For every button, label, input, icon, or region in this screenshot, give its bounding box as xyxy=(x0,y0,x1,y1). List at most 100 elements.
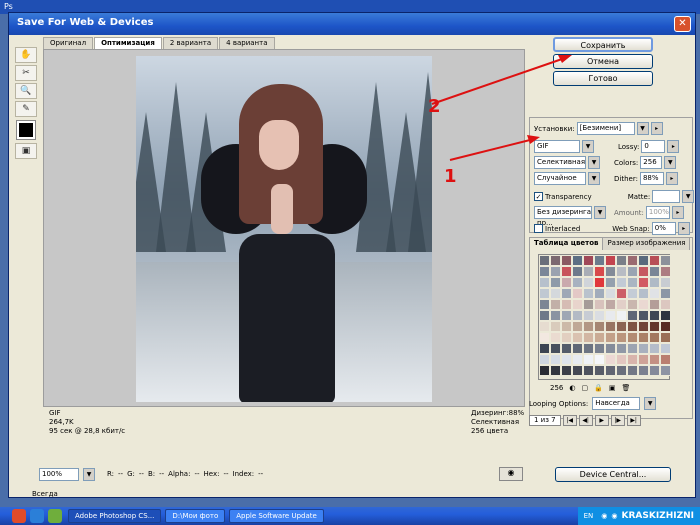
color-swatch[interactable] xyxy=(550,299,561,310)
color-swatch[interactable] xyxy=(627,310,638,321)
desktop-icon[interactable] xyxy=(48,509,62,523)
ie-icon[interactable] xyxy=(30,509,44,523)
color-swatch[interactable] xyxy=(649,255,660,266)
chevron-down-icon[interactable]: ▼ xyxy=(682,190,695,203)
chevron-down-icon[interactable]: ▼ xyxy=(588,172,600,185)
prev-frame-icon[interactable]: ◀| xyxy=(578,415,593,426)
color-swatch[interactable] xyxy=(572,288,583,299)
color-swatch[interactable] xyxy=(583,266,594,277)
color-swatch[interactable] xyxy=(605,277,616,288)
device-central-button[interactable]: Device Central... xyxy=(555,467,671,482)
color-swatch[interactable] xyxy=(616,365,627,376)
color-swatch[interactable] xyxy=(561,321,572,332)
color-swatch[interactable] xyxy=(594,321,605,332)
color-swatch[interactable] xyxy=(583,310,594,321)
color-swatch[interactable] xyxy=(550,332,561,343)
color-swatch[interactable] xyxy=(616,277,627,288)
color-swatch[interactable] xyxy=(649,266,660,277)
color-swatch[interactable] xyxy=(616,332,627,343)
transparency-checkbox[interactable]: ✓ xyxy=(534,192,543,201)
color-swatch[interactable] xyxy=(660,310,671,321)
color-swatch[interactable] xyxy=(572,343,583,354)
color-swatch[interactable] xyxy=(539,343,550,354)
color-swatch[interactable] xyxy=(649,354,660,365)
color-swatch[interactable] xyxy=(539,365,550,376)
color-swatch[interactable] xyxy=(616,299,627,310)
color-swatch[interactable] xyxy=(550,277,561,288)
zoom-select[interactable]: 100% xyxy=(39,467,79,481)
chevron-down-icon[interactable]: ▼ xyxy=(636,122,649,135)
slice-select-tool-icon[interactable]: ✂ xyxy=(15,65,37,81)
chevron-down-icon[interactable]: ▼ xyxy=(644,397,657,410)
color-swatch[interactable] xyxy=(550,321,561,332)
next-frame-icon[interactable]: |▶ xyxy=(610,415,625,426)
color-swatch[interactable] xyxy=(561,288,572,299)
color-swatch[interactable] xyxy=(627,277,638,288)
tab-2-up[interactable]: 2 варианта xyxy=(162,37,219,49)
color-swatch[interactable] xyxy=(660,288,671,299)
color-swatch[interactable] xyxy=(649,288,660,299)
chevron-down-icon[interactable]: ▼ xyxy=(664,156,677,169)
color-swatch[interactable] xyxy=(561,266,572,277)
color-swatch[interactable] xyxy=(561,354,572,365)
color-swatch[interactable] xyxy=(605,288,616,299)
color-swatch[interactable] xyxy=(550,343,561,354)
color-swatch[interactable] xyxy=(539,266,550,277)
firefox-icon[interactable] xyxy=(12,509,26,523)
start-button[interactable] xyxy=(0,507,10,525)
tab-original[interactable]: Оригинал xyxy=(43,37,94,49)
color-swatch[interactable] xyxy=(627,343,638,354)
color-reduction-select[interactable]: Селективная xyxy=(534,156,586,169)
color-swatch[interactable] xyxy=(594,299,605,310)
color-swatch[interactable] xyxy=(660,321,671,332)
task-photoshop[interactable]: Adobe Photoshop CS... xyxy=(68,509,162,523)
color-swatch[interactable] xyxy=(550,266,561,277)
chevron-down-icon[interactable]: ▼ xyxy=(594,206,606,219)
color-swatch[interactable] xyxy=(594,277,605,288)
color-swatch[interactable] xyxy=(649,332,660,343)
preview-in-browser-icon[interactable]: ◉ xyxy=(499,467,523,481)
color-swatch[interactable] xyxy=(561,365,572,376)
color-swatch[interactable] xyxy=(561,255,572,266)
color-swatch[interactable] xyxy=(572,310,583,321)
color-swatch[interactable] xyxy=(605,321,616,332)
chevron-down-icon[interactable]: ▼ xyxy=(582,140,594,153)
first-frame-icon[interactable]: |◀ xyxy=(562,415,577,426)
color-swatch[interactable] xyxy=(572,299,583,310)
color-swatch[interactable] xyxy=(594,332,605,343)
color-swatch[interactable] xyxy=(550,255,561,266)
color-swatch[interactable] xyxy=(616,354,627,365)
color-swatch[interactable] xyxy=(561,343,572,354)
color-swatch[interactable] xyxy=(627,266,638,277)
color-swatch[interactable] xyxy=(660,365,671,376)
color-swatch[interactable] xyxy=(660,299,671,310)
color-swatch[interactable] xyxy=(561,310,572,321)
chevron-right-icon[interactable]: ▸ xyxy=(667,140,680,153)
hand-tool-icon[interactable]: ✋ xyxy=(15,47,37,63)
color-swatch[interactable] xyxy=(627,332,638,343)
color-swatch[interactable] xyxy=(638,354,649,365)
color-swatch[interactable] xyxy=(638,299,649,310)
color-swatch[interactable] xyxy=(605,299,616,310)
color-swatch[interactable] xyxy=(583,354,594,365)
color-swatch[interactable] xyxy=(572,266,583,277)
color-swatch[interactable] xyxy=(638,266,649,277)
last-frame-icon[interactable]: ▶| xyxy=(626,415,641,426)
looping-select[interactable]: Навсегда xyxy=(592,397,641,410)
task-explorer[interactable]: D:\Мои фото xyxy=(165,509,226,523)
color-swatch[interactable] xyxy=(605,365,616,376)
tray-icon[interactable]: ◉ xyxy=(601,512,607,520)
color-swatch[interactable] xyxy=(649,365,660,376)
interlaced-checkbox[interactable] xyxy=(534,224,543,233)
color-swatch[interactable] xyxy=(638,310,649,321)
color-swatch[interactable] xyxy=(550,288,561,299)
color-swatch[interactable] xyxy=(539,332,550,343)
color-swatch[interactable] xyxy=(583,321,594,332)
color-swatch[interactable] xyxy=(638,277,649,288)
cancel-button[interactable]: Отмена xyxy=(553,54,653,69)
color-swatch[interactable] xyxy=(539,299,550,310)
color-swatch[interactable] xyxy=(649,277,660,288)
color-swatch[interactable] xyxy=(627,321,638,332)
color-swatch[interactable] xyxy=(583,332,594,343)
lock-color-icon[interactable]: ▢ xyxy=(581,384,588,392)
